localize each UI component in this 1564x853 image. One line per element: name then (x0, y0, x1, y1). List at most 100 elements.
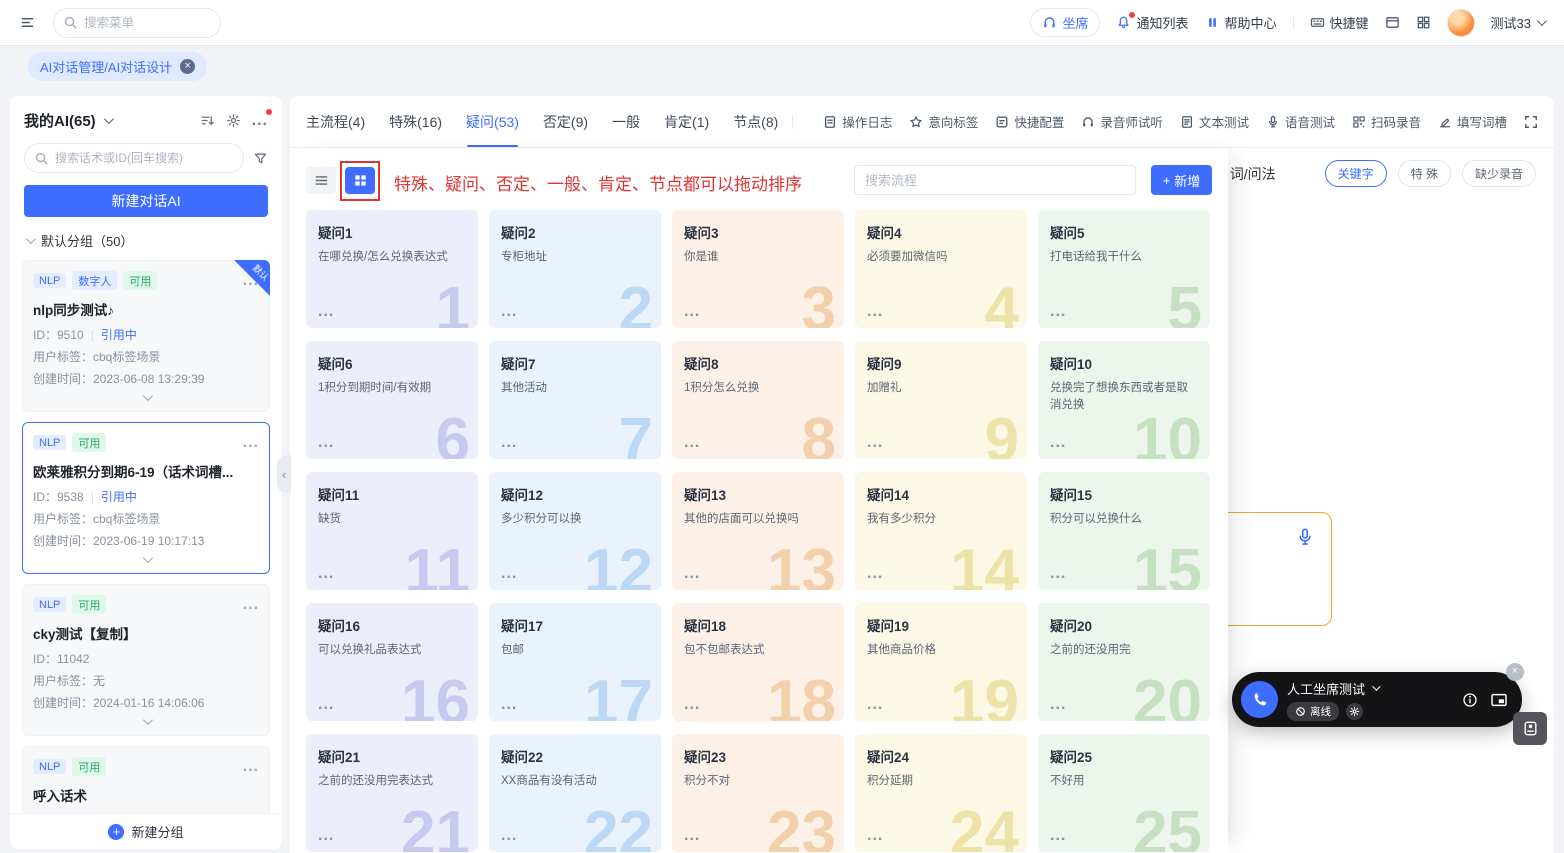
filter-icon[interactable] (253, 151, 268, 166)
flow-card[interactable]: 疑问10 兑换完了想换东西或者是取消兑换 ... 10 (1038, 341, 1210, 459)
breadcrumb-tag[interactable]: AI对话管理/AI对话设计 × (28, 52, 208, 81)
flow-card-menu-icon[interactable]: ... (684, 827, 700, 845)
flow-card-menu-icon[interactable]: ... (318, 827, 334, 845)
flow-card[interactable]: 疑问1 在哪兑换/怎么兑换表达式 ... 1 (306, 210, 478, 328)
flow-card[interactable]: 疑问8 1积分怎么兑换 ... 8 (672, 341, 844, 459)
recorder-button[interactable] (1513, 712, 1547, 745)
flow-card[interactable]: 疑问24 积分延期 ... 24 (855, 734, 1027, 852)
default-group-header[interactable]: 默认分组（50） (25, 231, 266, 250)
gear-icon[interactable] (1346, 702, 1363, 720)
card-menu-icon[interactable]: ... (243, 758, 259, 776)
flow-card[interactable]: 疑问23 积分不对 ... 23 (672, 734, 844, 852)
card-menu-icon[interactable]: ... (243, 434, 259, 452)
filter-keyword[interactable]: 关键字 (1324, 160, 1387, 187)
add-flow-button[interactable]: + 新增 (1151, 165, 1212, 195)
expand-chevron-icon[interactable] (33, 715, 259, 729)
flow-card-menu-icon[interactable]: ... (684, 303, 700, 321)
avatar[interactable] (1446, 8, 1475, 37)
flow-card[interactable]: 疑问3 你是谁 ... 3 (672, 210, 844, 328)
shortcut-keys-button[interactable]: 快捷键 (1310, 13, 1369, 32)
flow-card[interactable]: 疑问2 专柜地址 ... 2 (489, 210, 661, 328)
flow-card[interactable]: 疑问4 必须要加微信吗 ... 4 (855, 210, 1027, 328)
flow-card[interactable]: 疑问11 缺货 ... 11 (306, 472, 478, 590)
ai-card[interactable]: NLP 可用... cky测试【复制】 ID：11042 用户标签：无 创建时间：… (22, 584, 270, 736)
tab-node[interactable]: 节点(8) (733, 96, 778, 147)
window-icon[interactable] (1385, 15, 1400, 30)
flow-card[interactable]: 疑问12 多少积分可以换 ... 12 (489, 472, 661, 590)
flow-search-input[interactable] (854, 165, 1136, 195)
flow-card-menu-icon[interactable]: ... (684, 696, 700, 714)
flow-card[interactable]: 疑问18 包不包邮表达式 ... 18 (672, 603, 844, 721)
tab-special[interactable]: 特殊(16) (389, 96, 442, 147)
flow-card[interactable]: 疑问22 XX商品有没有活动 ... 22 (489, 734, 661, 852)
close-icon[interactable]: × (1506, 663, 1524, 681)
flow-card[interactable]: 疑问15 积分可以兑换什么 ... 15 (1038, 472, 1210, 590)
agent-name-menu[interactable]: 人工坐席测试 (1287, 679, 1381, 698)
filter-special[interactable]: 特 殊 (1397, 160, 1451, 187)
flow-card-menu-icon[interactable]: ... (318, 434, 334, 452)
flow-card-menu-icon[interactable]: ... (318, 696, 334, 714)
notification-button[interactable]: 通知列表 (1116, 12, 1189, 32)
flow-card-menu-icon[interactable]: ... (1050, 303, 1066, 321)
script-search-input[interactable] (24, 143, 244, 173)
tab-general[interactable]: 一般 (612, 96, 640, 147)
flow-card-menu-icon[interactable]: ... (501, 827, 517, 845)
flow-card-menu-icon[interactable]: ... (318, 303, 334, 321)
sort-icon[interactable] (200, 113, 215, 128)
flow-card-menu-icon[interactable]: ... (501, 696, 517, 714)
ai-card[interactable]: NLP 可用... 呼入话术 (22, 746, 270, 819)
flow-card-menu-icon[interactable]: ... (867, 696, 883, 714)
new-ai-button[interactable]: 新建对话AI (24, 185, 268, 217)
audition-button[interactable]: 录音师试听 (1081, 112, 1163, 131)
text-test-button[interactable]: 文本测试 (1180, 112, 1249, 131)
qr-record-button[interactable]: 扫码录音 (1352, 112, 1421, 131)
flow-card-menu-icon[interactable]: ... (684, 434, 700, 452)
user-menu[interactable]: 测试33 (1491, 13, 1547, 32)
flow-card-menu-icon[interactable]: ... (501, 303, 517, 321)
flow-card-menu-icon[interactable]: ... (501, 434, 517, 452)
fullscreen-button[interactable] (1524, 115, 1538, 129)
flow-card[interactable]: 疑问14 我有多少积分 ... 14 (855, 472, 1027, 590)
list-view-toggle[interactable] (306, 167, 336, 194)
fill-slot-button[interactable]: 填写词槽 (1438, 112, 1507, 131)
voice-test-button[interactable]: 语音测试 (1266, 112, 1335, 131)
my-ai-title[interactable]: 我的AI(65) (24, 110, 114, 131)
panel-collapse-handle[interactable]: ‹ (277, 455, 291, 493)
flow-card-menu-icon[interactable]: ... (318, 565, 334, 583)
flow-card-menu-icon[interactable]: ... (867, 827, 883, 845)
menu-search-input[interactable] (53, 7, 221, 38)
tab-main-flow[interactable]: 主流程(4) (306, 96, 365, 147)
flow-card-menu-icon[interactable]: ... (1050, 565, 1066, 583)
flow-card-menu-icon[interactable]: ... (501, 565, 517, 583)
more-icon[interactable]: ... (252, 108, 272, 130)
close-icon[interactable]: × (180, 59, 196, 74)
tab-positive[interactable]: 肯定(1) (664, 96, 709, 147)
flow-card[interactable]: 疑问25 不好用 ... 25 (1038, 734, 1210, 852)
info-icon[interactable] (1462, 692, 1478, 708)
phone-icon[interactable] (1241, 681, 1278, 718)
flow-card-menu-icon[interactable]: ... (684, 565, 700, 583)
flow-card[interactable]: 疑问5 打电话给我干什么 ... 5 (1038, 210, 1210, 328)
expand-chevron-icon[interactable] (33, 391, 259, 405)
grid-view-toggle[interactable] (345, 167, 375, 194)
tab-negative[interactable]: 否定(9) (543, 96, 588, 147)
ai-card[interactable]: 默认 NLP 数字人 可用... nlp同步测试♪ ID：9510 | 引用中 用户标签… (22, 260, 271, 412)
flow-card[interactable]: 疑问9 加赠礼 ... 9 (855, 341, 1027, 459)
flow-card-menu-icon[interactable]: ... (867, 303, 883, 321)
flow-card[interactable]: 疑问13 其他的店面可以兑换吗 ... 13 (672, 472, 844, 590)
pip-icon[interactable] (1490, 691, 1508, 709)
flow-card-menu-icon[interactable]: ... (1050, 827, 1066, 845)
gear-icon[interactable] (226, 113, 241, 128)
mic-icon[interactable] (1295, 527, 1315, 547)
flow-card[interactable]: 疑问21 之前的还没用完表达式 ... 21 (306, 734, 478, 852)
flow-card[interactable]: 疑问6 1积分到期时间/有效期 ... 6 (306, 341, 478, 459)
operation-log-button[interactable]: 操作日志 (823, 112, 892, 131)
filter-missing-audio[interactable]: 缺少录音 (1461, 160, 1536, 187)
quick-config-button[interactable]: 快捷配置 (995, 112, 1064, 131)
new-group-button[interactable]: + 新建分组 (10, 813, 282, 849)
flow-card-menu-icon[interactable]: ... (1050, 696, 1066, 714)
flow-card[interactable]: 疑问19 其他商品价格 ... 19 (855, 603, 1027, 721)
help-center-button[interactable]: 帮助中心 (1205, 13, 1277, 32)
expand-chevron-icon[interactable] (33, 553, 259, 567)
menu-collapse-icon[interactable] (20, 15, 35, 30)
